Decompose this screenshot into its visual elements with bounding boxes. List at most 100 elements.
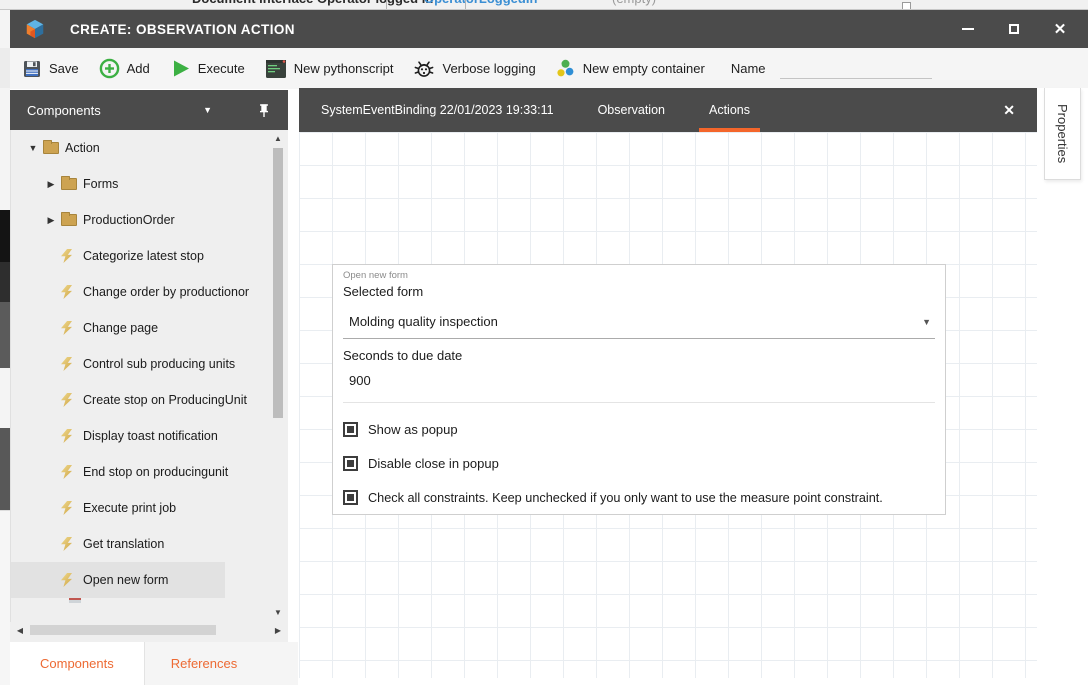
save-button[interactable]: Save bbox=[14, 53, 91, 85]
folder-icon bbox=[61, 214, 77, 226]
bug-icon bbox=[413, 58, 435, 80]
document-tab-bar: SystemEventBinding 22/01/2023 19:33:11 O… bbox=[299, 88, 1037, 132]
checkbox-label: Disable close in popup bbox=[368, 456, 499, 471]
tree-item-open-new-form[interactable]: Open new form bbox=[11, 562, 225, 598]
background-text-fragment: (empty) bbox=[612, 0, 656, 6]
action-bolt-icon bbox=[61, 285, 72, 299]
minimize-button[interactable] bbox=[948, 14, 988, 44]
background-text-fragment: Document interface Operator logged in bbox=[192, 0, 433, 6]
app-logo-icon bbox=[24, 18, 46, 40]
tree-horizontal-scrollbar[interactable]: ◀ ▶ bbox=[12, 622, 286, 638]
action-bolt-icon bbox=[61, 537, 72, 551]
bottom-tab-strip: Components References bbox=[10, 642, 298, 685]
tree-item-change-order[interactable]: Change order by productionor bbox=[11, 274, 288, 310]
action-bolt-icon bbox=[61, 321, 72, 335]
name-input[interactable] bbox=[780, 59, 932, 79]
pin-icon[interactable] bbox=[258, 103, 270, 118]
verbose-logging-button[interactable]: Verbose logging bbox=[405, 53, 547, 85]
tree-item-display-toast-notification[interactable]: Display toast notification bbox=[11, 418, 288, 454]
seconds-to-due-date-label: Seconds to due date bbox=[343, 348, 935, 363]
new-empty-container-label: New empty container bbox=[583, 61, 705, 76]
tree-item-action[interactable]: ▼ Action bbox=[11, 130, 288, 166]
tree-item-label: End stop on producingunit bbox=[83, 465, 228, 479]
tab-components[interactable]: Components bbox=[10, 642, 145, 685]
new-pythonscript-button[interactable]: New pythonscript bbox=[257, 53, 406, 85]
clipped-tree-item-icon bbox=[69, 598, 81, 603]
tree-item-label: Display toast notification bbox=[83, 429, 218, 443]
collapse-arrow-icon[interactable]: ▶ bbox=[41, 179, 61, 190]
tree-item-label: Categorize latest stop bbox=[83, 249, 204, 263]
design-surface-grid[interactable]: Open new form Selected form Molding qual… bbox=[299, 132, 1037, 678]
tab-close-icon[interactable]: ✕ bbox=[981, 102, 1037, 119]
toolbar: Save Add Execute New bbox=[10, 48, 1088, 89]
name-label: Name bbox=[731, 61, 766, 76]
tree-item-label: Create stop on ProducingUnit bbox=[83, 393, 247, 407]
expand-arrow-icon[interactable]: ▼ bbox=[23, 143, 43, 153]
tree-item-label: Change page bbox=[83, 321, 158, 335]
scroll-up-icon[interactable]: ▲ bbox=[270, 132, 286, 146]
tab-observation[interactable]: Observation bbox=[576, 88, 687, 132]
scroll-right-icon[interactable]: ▶ bbox=[270, 626, 286, 635]
divider bbox=[386, 0, 387, 10]
execute-button[interactable]: Execute bbox=[162, 53, 257, 85]
properties-tab-label: Properties bbox=[1055, 104, 1070, 163]
check-all-constraints-checkbox-row[interactable]: Check all constraints. Keep unchecked if… bbox=[343, 490, 935, 505]
checkbox-filled-icon[interactable] bbox=[343, 456, 358, 471]
background-window-left-strip bbox=[0, 10, 10, 685]
tree-item-execute-print-job[interactable]: Execute print job bbox=[11, 490, 288, 526]
chevron-down-icon[interactable]: ▼ bbox=[203, 105, 212, 115]
seconds-value: 900 bbox=[349, 373, 371, 388]
checkbox-label: Check all constraints. Keep unchecked if… bbox=[368, 491, 883, 505]
maximize-button[interactable] bbox=[994, 14, 1034, 44]
terminal-window-icon bbox=[265, 59, 287, 79]
collapse-arrow-icon[interactable]: ▶ bbox=[41, 215, 61, 226]
close-button[interactable]: ✕ bbox=[1040, 14, 1080, 44]
background-window-top-strip: Document interface Operator logged in Op… bbox=[0, 0, 1088, 10]
tree-item-productionorder[interactable]: ▶ ProductionOrder bbox=[11, 202, 288, 238]
add-button[interactable]: Add bbox=[91, 53, 162, 85]
tree-item-control-sub-producing-units[interactable]: Control sub producing units bbox=[11, 346, 288, 382]
floppy-disk-icon bbox=[22, 59, 42, 79]
tree-item-categorize-latest-stop[interactable]: Categorize latest stop bbox=[11, 238, 288, 274]
tree-item-label: Change order by productionor bbox=[83, 285, 249, 299]
tree-item-get-translation[interactable]: Get translation bbox=[11, 526, 288, 562]
tab-actions[interactable]: Actions bbox=[687, 88, 772, 132]
seconds-to-due-date-input[interactable]: 900 bbox=[343, 373, 935, 403]
tab-references[interactable]: References bbox=[145, 642, 263, 685]
add-label: Add bbox=[127, 61, 150, 76]
disable-close-in-popup-checkbox-row[interactable]: Disable close in popup bbox=[343, 456, 935, 471]
tree-item-create-stop[interactable]: Create stop on ProducingUnit bbox=[11, 382, 288, 418]
tree-item-label: Control sub producing units bbox=[83, 357, 235, 371]
selected-form-label: Selected form bbox=[343, 284, 935, 299]
tree-item-label: Forms bbox=[83, 177, 118, 191]
tree-item-forms[interactable]: ▶ Forms bbox=[11, 166, 288, 202]
action-bolt-icon bbox=[61, 393, 72, 407]
chevron-down-icon[interactable]: ▼ bbox=[922, 317, 931, 327]
components-tree: ▼ Action ▶ Forms ▶ ProductionOrder Categ… bbox=[10, 130, 288, 622]
scroll-down-icon[interactable]: ▼ bbox=[270, 606, 286, 620]
tree-item-change-page[interactable]: Change page bbox=[11, 310, 288, 346]
scrollbar-thumb[interactable] bbox=[273, 148, 283, 418]
tree-item-label: Open new form bbox=[83, 573, 168, 587]
tab-properties[interactable]: Properties bbox=[1044, 88, 1081, 180]
three-dots-icon bbox=[556, 59, 576, 79]
action-bolt-icon bbox=[61, 501, 72, 515]
tree-vertical-scrollbar[interactable]: ▲ ▼ bbox=[270, 132, 286, 620]
green-plus-circle-icon bbox=[99, 58, 120, 79]
new-pythonscript-label: New pythonscript bbox=[294, 61, 394, 76]
new-empty-container-button[interactable]: New empty container bbox=[548, 53, 717, 85]
verbose-logging-label: Verbose logging bbox=[442, 61, 535, 76]
open-new-form-panel: Open new form Selected form Molding qual… bbox=[332, 264, 946, 515]
show-as-popup-checkbox-row[interactable]: Show as popup bbox=[343, 422, 935, 437]
components-panel-header[interactable]: Components ▼ bbox=[10, 90, 288, 130]
tab-systemeventbinding[interactable]: SystemEventBinding 22/01/2023 19:33:11 bbox=[299, 88, 576, 132]
scrollbar-thumb[interactable] bbox=[30, 625, 216, 635]
components-panel-title: Components bbox=[27, 103, 203, 118]
checkbox-filled-icon[interactable] bbox=[343, 490, 358, 505]
action-bolt-icon bbox=[61, 249, 72, 263]
tree-item-end-stop[interactable]: End stop on producingunit bbox=[11, 454, 288, 490]
checkbox-filled-icon[interactable] bbox=[343, 422, 358, 437]
title-bar[interactable]: CREATE: OBSERVATION ACTION ✕ bbox=[10, 10, 1088, 48]
selected-form-dropdown[interactable]: Molding quality inspection ▼ bbox=[343, 305, 935, 339]
scroll-left-icon[interactable]: ◀ bbox=[12, 626, 28, 635]
